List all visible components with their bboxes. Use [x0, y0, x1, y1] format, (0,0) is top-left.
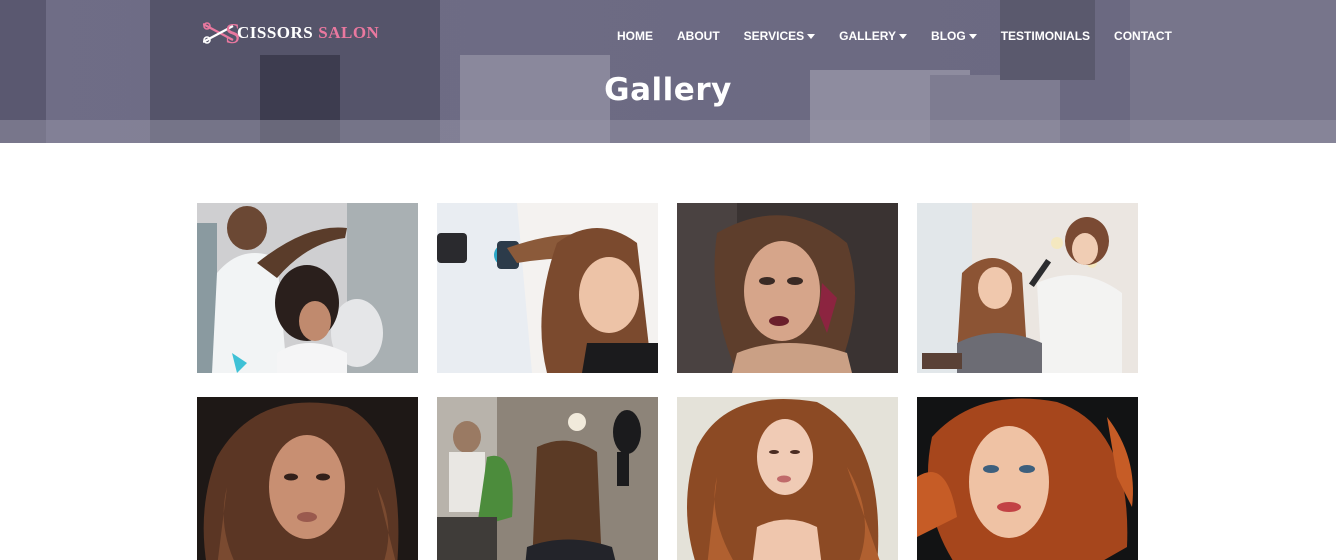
nav-label: TESTIMONIALS [1000, 29, 1091, 43]
curly-red-hair-portrait-photo [677, 397, 898, 560]
nav-label: HOME [617, 29, 653, 43]
stylist-cutting-hair-photo [197, 203, 418, 373]
logo-text-accent: SALON [318, 23, 380, 42]
nav-item-contact[interactable]: CONTACT [1114, 29, 1172, 43]
curly-brunette-portrait-photo [197, 397, 418, 560]
nav-item-about[interactable]: ABOUT [677, 29, 720, 43]
hero-background-shade [0, 120, 1336, 143]
gallery-image-hair-dryer[interactable] [437, 397, 658, 560]
main-nav: HOME ABOUT SERVICES GALLERY BLOG TESTIMO… [617, 27, 1172, 45]
nav-label: GALLERY [839, 29, 897, 43]
gallery-image-curly-brunette[interactable] [197, 397, 418, 560]
gallery-image-makeup-portrait[interactable] [677, 203, 898, 373]
caret-down-icon [899, 33, 908, 39]
nav-label: SERVICES [743, 29, 805, 43]
nav-item-home[interactable]: HOME [617, 29, 653, 43]
logo-text-primary: CISSORS [237, 23, 314, 42]
caret-down-icon [807, 33, 816, 39]
nav-label: ABOUT [677, 29, 720, 43]
nav-item-gallery[interactable]: GALLERY [839, 29, 908, 43]
nav-item-testimonials[interactable]: TESTIMONIALS [1001, 29, 1090, 43]
nav-label: CONTACT [1114, 29, 1172, 43]
page-title: Gallery [604, 72, 732, 108]
nav-item-services[interactable]: SERVICES [743, 29, 816, 43]
hair-dryer-styling-photo [437, 397, 658, 560]
gallery-image-red-portrait[interactable] [917, 397, 1138, 560]
hero-header: S CISSORS SALON HOME ABOUT SERVICES GALL… [0, 0, 1336, 143]
gallery-image-blow-dry[interactable] [437, 203, 658, 373]
nav-label: BLOG [931, 29, 966, 43]
nav-item-blog[interactable]: BLOG [931, 29, 977, 43]
site-logo[interactable]: S CISSORS SALON [202, 18, 380, 50]
makeup-portrait-photo [677, 203, 898, 373]
gallery-image-curly-red[interactable] [677, 397, 898, 560]
blow-dry-brush-photo [437, 203, 658, 373]
gallery-image-stylist-cutting[interactable] [197, 203, 418, 373]
stylist-curling-hair-photo [917, 203, 1138, 373]
gallery-image-stylist-curling[interactable] [917, 203, 1138, 373]
caret-down-icon [968, 33, 977, 39]
red-hair-portrait-photo [917, 397, 1138, 560]
